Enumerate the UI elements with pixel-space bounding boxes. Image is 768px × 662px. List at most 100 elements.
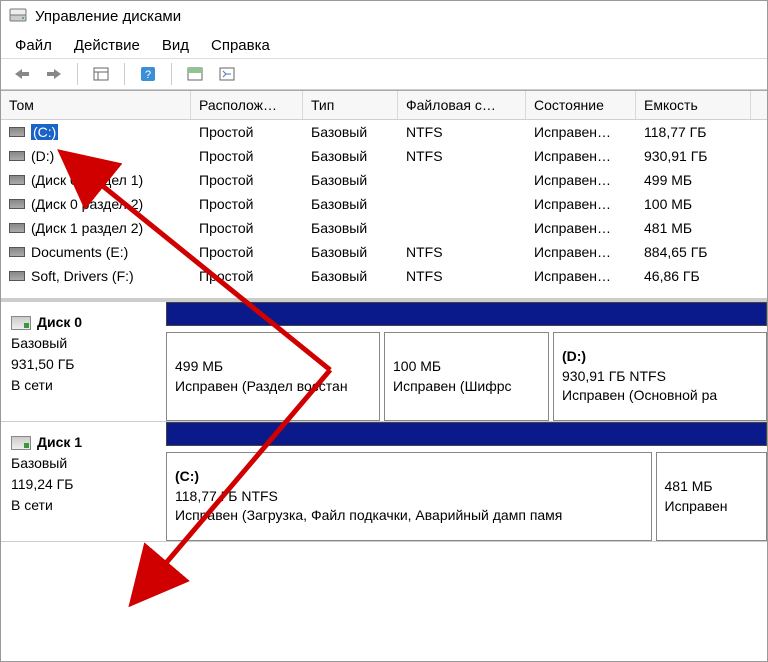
- volume-capacity: 884,65 ГБ: [636, 240, 751, 264]
- view-top-button[interactable]: [182, 63, 208, 85]
- volume-icon: [9, 175, 25, 185]
- volume-row[interactable]: Soft, Drivers (F:)ПростойБазовыйNTFSИспр…: [1, 264, 767, 288]
- volume-icon: [9, 271, 25, 281]
- volume-capacity: 930,91 ГБ: [636, 144, 751, 168]
- menu-help[interactable]: Справка: [211, 37, 270, 54]
- volume-type: Базовый: [303, 264, 398, 288]
- titlebar: Управление дисками: [1, 1, 767, 31]
- partition-status: Исправен (Раздел восстан: [175, 377, 371, 397]
- volume-name: (D:): [31, 148, 54, 164]
- volume-name: (Диск 0 раздел 2): [31, 196, 143, 212]
- volume-status: Исправен…: [526, 120, 636, 144]
- partition-size: 481 МБ: [665, 477, 759, 497]
- volume-layout: Простой: [191, 192, 303, 216]
- volume-row[interactable]: (Диск 0 раздел 2)ПростойБазовыйИсправен……: [1, 192, 767, 216]
- disk-title: Диск 0: [37, 312, 82, 333]
- volume-list[interactable]: Том Располож… Тип Файловая с… Состояние …: [1, 90, 767, 288]
- back-button[interactable]: [9, 63, 35, 85]
- disk-type: Базовый: [11, 333, 156, 354]
- partition-status: Исправен (Шифрс: [393, 377, 540, 397]
- volume-status: Исправен…: [526, 264, 636, 288]
- volume-fs: NTFS: [398, 264, 526, 288]
- volume-capacity: 499 МБ: [636, 168, 751, 192]
- col-layout[interactable]: Располож…: [191, 91, 303, 119]
- app-title: Управление дисками: [35, 8, 181, 25]
- forward-button[interactable]: [41, 63, 67, 85]
- view-bottom-button[interactable]: [214, 63, 240, 85]
- disk-management-window: Управление дисками Файл Действие Вид Спр…: [0, 0, 768, 662]
- disk-online: В сети: [11, 375, 156, 396]
- volume-type: Базовый: [303, 120, 398, 144]
- disk-size: 931,50 ГБ: [11, 354, 156, 375]
- properties-button[interactable]: [88, 63, 114, 85]
- volume-status: Исправен…: [526, 240, 636, 264]
- toolbar-separator: [171, 63, 172, 85]
- menu-view[interactable]: Вид: [162, 37, 189, 54]
- volume-list-header: Том Располож… Тип Файловая с… Состояние …: [1, 91, 767, 120]
- partition-size: 930,91 ГБ NTFS: [562, 367, 758, 387]
- menu-action[interactable]: Действие: [74, 37, 140, 54]
- disk-info[interactable]: Диск 0Базовый931,50 ГБВ сети: [1, 302, 166, 421]
- volume-capacity: 46,86 ГБ: [636, 264, 751, 288]
- volume-name: Documents (E:): [31, 244, 128, 260]
- disk-header-bar: [166, 422, 767, 446]
- disk-info[interactable]: Диск 1Базовый119,24 ГБВ сети: [1, 422, 166, 541]
- partition[interactable]: 481 МБИсправен: [656, 452, 768, 541]
- disk-layout-pane: Диск 0Базовый931,50 ГБВ сети499 МБИсправ…: [1, 298, 767, 542]
- col-status[interactable]: Состояние: [526, 91, 636, 119]
- volume-icon: [9, 223, 25, 233]
- partition-name: (C:): [175, 467, 643, 487]
- volume-status: Исправен…: [526, 168, 636, 192]
- volume-type: Базовый: [303, 168, 398, 192]
- disk-partitions: 499 МБИсправен (Раздел восстан100 МБИспр…: [166, 302, 767, 421]
- volume-layout: Простой: [191, 240, 303, 264]
- partition-status: Исправен: [665, 497, 759, 517]
- volume-row[interactable]: Documents (E:) ПростойБазовыйNTFSИсправен…: [1, 240, 767, 264]
- volume-row[interactable]: (D:)ПростойБазовыйNTFSИсправен…930,91 ГБ: [1, 144, 767, 168]
- volume-fs: NTFS: [398, 144, 526, 168]
- volume-layout: Простой: [191, 120, 303, 144]
- partition-size: 118,77 ГБ NTFS: [175, 487, 643, 507]
- help-button[interactable]: ?: [135, 63, 161, 85]
- partition-status: Исправен (Основной ра: [562, 386, 758, 406]
- volume-layout: Простой: [191, 216, 303, 240]
- disk-icon: [11, 436, 31, 450]
- volume-row[interactable]: (C:)ПростойБазовыйNTFSИсправен…118,77 ГБ: [1, 120, 767, 144]
- volume-icon: [9, 247, 25, 257]
- partition-size: 499 МБ: [175, 357, 371, 377]
- partition[interactable]: 100 МБИсправен (Шифрс: [384, 332, 549, 421]
- volume-fs: [398, 216, 526, 240]
- disk-online: В сети: [11, 495, 156, 516]
- partition-name: (D:): [562, 347, 758, 367]
- col-capacity[interactable]: Емкость: [636, 91, 751, 119]
- partition[interactable]: (D:)930,91 ГБ NTFSИсправен (Основной ра: [553, 332, 767, 421]
- volume-fs: NTFS: [398, 120, 526, 144]
- toolbar-separator: [77, 63, 78, 85]
- disk-row: Диск 1Базовый119,24 ГБВ сети(C:)118,77 Г…: [1, 422, 767, 542]
- volume-capacity: 481 МБ: [636, 216, 751, 240]
- volume-icon: [9, 199, 25, 209]
- volume-capacity: 118,77 ГБ: [636, 120, 751, 144]
- menu-file[interactable]: Файл: [15, 37, 52, 54]
- disk-type: Базовый: [11, 453, 156, 474]
- volume-row[interactable]: (Диск 1 раздел 2)ПростойБазовыйИсправен……: [1, 216, 767, 240]
- disk-icon: [11, 316, 31, 330]
- app-icon: [9, 7, 27, 25]
- volume-fs: NTFS: [398, 240, 526, 264]
- partition[interactable]: 499 МБИсправен (Раздел восстан: [166, 332, 380, 421]
- volume-status: Исправен…: [526, 192, 636, 216]
- menubar: Файл Действие Вид Справка: [1, 31, 767, 58]
- toolbar: ?: [1, 58, 767, 90]
- disk-partitions: (C:)118,77 ГБ NTFSИсправен (Загрузка, Фа…: [166, 422, 767, 541]
- disk-size: 119,24 ГБ: [11, 474, 156, 495]
- volume-type: Базовый: [303, 144, 398, 168]
- volume-name: Soft, Drivers (F:): [31, 268, 134, 284]
- col-fs[interactable]: Файловая с…: [398, 91, 526, 119]
- disk-title: Диск 1: [37, 432, 82, 453]
- col-volume[interactable]: Том: [1, 91, 191, 119]
- volume-fs: [398, 168, 526, 192]
- col-type[interactable]: Тип: [303, 91, 398, 119]
- volume-row[interactable]: (Диск 0 раздел 1)ПростойБазовыйИсправен……: [1, 168, 767, 192]
- volume-type: Базовый: [303, 240, 398, 264]
- partition[interactable]: (C:)118,77 ГБ NTFSИсправен (Загрузка, Фа…: [166, 452, 652, 541]
